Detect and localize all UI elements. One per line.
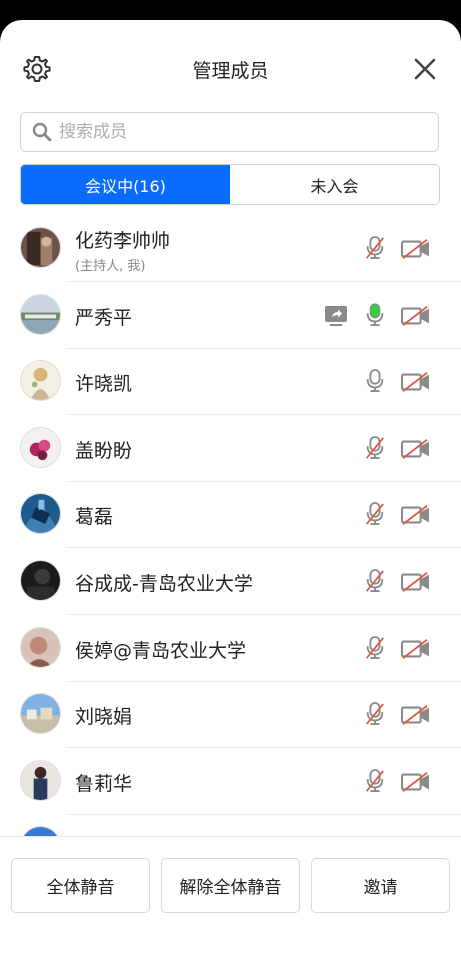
- member-row[interactable]: 葛磊: [0, 482, 461, 549]
- member-tabs: 会议中(16) 未入会: [20, 164, 440, 205]
- mic-muted-icon[interactable]: [364, 501, 386, 527]
- avatar: [20, 293, 61, 335]
- camera-off-icon[interactable]: [400, 502, 431, 528]
- page-title: 管理成员: [192, 60, 269, 82]
- member-name: 盖盼盼: [75, 439, 133, 462]
- member-row[interactable]: 盖盼盼: [0, 416, 461, 482]
- member-row[interactable]: 鲁莉华: [0, 749, 461, 815]
- close-icon[interactable]: [413, 57, 437, 81]
- camera-off-icon[interactable]: [400, 236, 431, 262]
- camera-off-icon[interactable]: [400, 636, 431, 662]
- member-role: (主持人, 我): [75, 259, 146, 274]
- avatar: [20, 227, 61, 268]
- avatar: [20, 360, 61, 402]
- mic-speaking-icon[interactable]: [364, 302, 386, 328]
- screen-share-icon[interactable]: [324, 304, 348, 328]
- search-box[interactable]: [20, 112, 439, 152]
- invite-button[interactable]: 邀请: [311, 858, 450, 913]
- camera-off-icon[interactable]: [400, 702, 431, 728]
- avatar: [20, 759, 61, 801]
- mute-all-button[interactable]: 全体静音: [11, 858, 150, 913]
- member-row-partial[interactable]: [0, 815, 461, 836]
- member-name: 侯婷@青岛农业大学: [75, 639, 247, 662]
- avatar: [20, 493, 61, 535]
- camera-off-icon[interactable]: [400, 303, 431, 329]
- tab-not-joined[interactable]: 未入会: [230, 165, 439, 204]
- camera-off-icon[interactable]: [400, 369, 431, 395]
- camera-off-icon[interactable]: [400, 569, 431, 595]
- member-name: 谷成成-青岛农业大学: [75, 573, 253, 595]
- mic-muted-icon[interactable]: [364, 568, 386, 594]
- member-row[interactable]: 许晓凯: [0, 349, 461, 416]
- member-name: 刘晓娟: [75, 706, 133, 729]
- avatar: [20, 626, 61, 668]
- footer-actions: 全体静音 解除全体静音 邀请: [0, 836, 461, 958]
- mic-muted-icon[interactable]: [364, 635, 386, 661]
- mic-icon[interactable]: [364, 368, 386, 394]
- mic-muted-icon[interactable]: [364, 235, 386, 261]
- avatar: [20, 560, 61, 601]
- tab-in-meeting[interactable]: 会议中(16): [21, 165, 230, 204]
- avatar: [20, 693, 61, 735]
- mic-muted-icon[interactable]: [364, 435, 386, 461]
- member-name: 鲁莉华: [75, 772, 133, 795]
- member-row[interactable]: 谷成成-青岛农业大学: [0, 549, 461, 615]
- search-input[interactable]: [59, 119, 419, 145]
- mic-muted-icon[interactable]: [364, 701, 386, 727]
- member-row[interactable]: 刘晓娟: [0, 682, 461, 749]
- member-name: 葛磊: [75, 506, 114, 529]
- camera-off-icon[interactable]: [400, 436, 431, 462]
- member-name: 化药李帅帅: [75, 230, 171, 252]
- camera-off-icon[interactable]: [400, 769, 431, 795]
- search-icon: [32, 122, 52, 142]
- member-list: 化药李帅帅 (主持人, 我) 严秀平许晓凯盖盼盼葛磊谷成成-青岛农业大学 侯婷@青岛农…: [0, 216, 461, 836]
- unmute-all-button[interactable]: 解除全体静音: [161, 858, 300, 913]
- avatar: [20, 826, 61, 836]
- manage-members-sheet: 管理成员 会议中(16) 未入会 化药李帅帅 (主持人, 我) 严秀平许晓凯盖盼盼葛…: [0, 20, 461, 958]
- member-row[interactable]: 化药李帅帅 (主持人, 我): [0, 216, 461, 282]
- member-row[interactable]: 严秀平: [0, 283, 461, 349]
- mic-muted-icon[interactable]: [364, 768, 386, 794]
- member-name: 许晓凯: [75, 373, 133, 396]
- member-row[interactable]: 侯婷@青岛农业大学: [0, 616, 461, 682]
- header: 管理成员: [0, 20, 461, 116]
- member-name: 严秀平: [75, 306, 133, 329]
- avatar: [20, 426, 61, 468]
